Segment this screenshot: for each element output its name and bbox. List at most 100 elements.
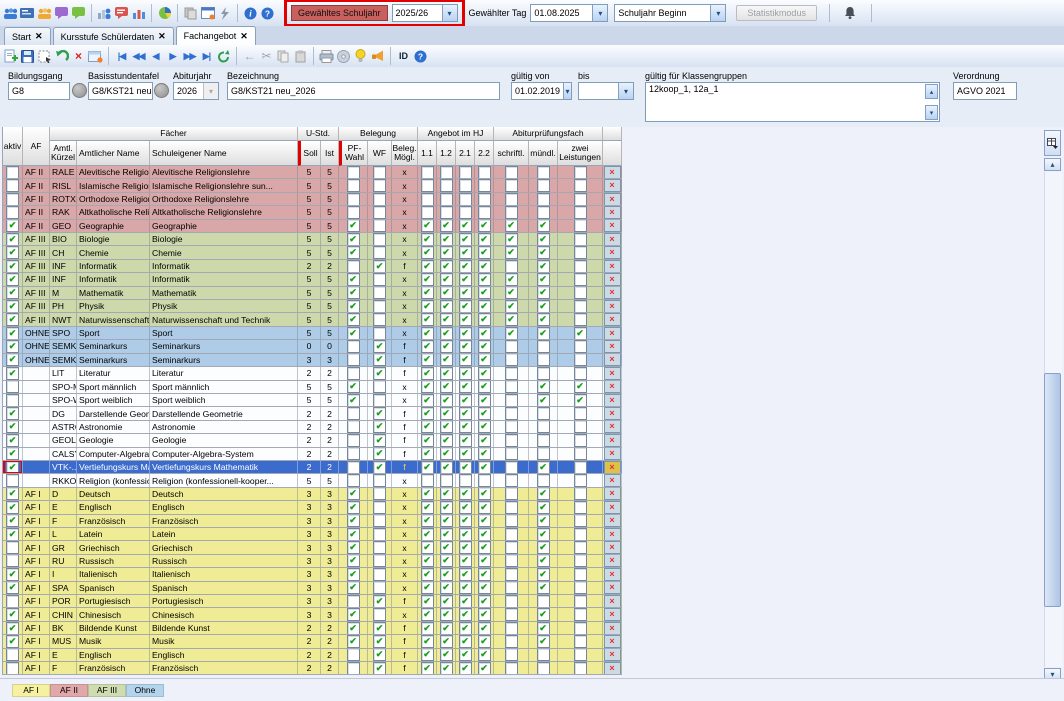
tab-fachangebot[interactable]: Fachangebot✕ [176,26,256,45]
info-icon[interactable]: i [242,5,259,22]
pf-wahl-checkbox[interactable] [347,662,360,674]
wf-checkbox[interactable] [373,313,386,325]
zwei-leistungen-checkbox[interactable] [574,421,587,433]
delete-row-button[interactable]: × [604,193,621,205]
muendl-checkbox[interactable] [537,179,550,191]
hj-1-2-checkbox[interactable]: ✔ [440,246,453,258]
wf-checkbox[interactable]: ✔ [373,260,386,272]
table-row-SPO-W[interactable]: SPO-WSport weiblichSport weiblich55✔x✔✔✔… [3,394,622,407]
schriftl-checkbox[interactable] [505,515,518,527]
gueltig-von-select[interactable]: 01.02.2019▾ [511,82,572,100]
table-row-SPA[interactable]: ✔AF ISPASpanischSpanisch33✔x✔✔✔✔✔× [3,582,622,595]
hj-2-1-checkbox[interactable]: ✔ [459,595,472,607]
wf-checkbox[interactable] [373,541,386,553]
pf-wahl-checkbox[interactable]: ✔ [347,501,360,513]
wf-checkbox[interactable]: ✔ [373,622,386,634]
wf-checkbox[interactable]: ✔ [373,448,386,460]
table-row-PH[interactable]: ✔AF IIIPHPhysikPhysik55✔x✔✔✔✔✔✔× [3,300,622,313]
new-record-icon[interactable] [2,48,19,65]
disc-icon[interactable] [335,48,352,65]
schriftl-checkbox[interactable] [505,568,518,580]
paste-icon[interactable] [292,48,309,65]
hj-1-1-checkbox[interactable]: ✔ [421,568,434,580]
hj-2-1-checkbox[interactable] [459,179,472,191]
zwei-leistungen-checkbox[interactable] [574,246,587,258]
hj-1-1-checkbox[interactable]: ✔ [421,354,434,366]
hj-1-2-checkbox[interactable]: ✔ [440,515,453,527]
table-row-RISL[interactable]: AF IIRISLIslamische Religionsl...Islamis… [3,179,622,192]
wf-checkbox[interactable]: ✔ [373,635,386,647]
table-row-F[interactable]: AF IFFranzösischFranzösisch22✔f✔✔✔✔× [3,662,622,675]
hj-2-2-checkbox[interactable]: ✔ [478,421,491,433]
hj-1-2-checkbox[interactable] [440,193,453,205]
wf-checkbox[interactable]: ✔ [373,340,386,352]
aktiv-checkbox[interactable]: ✔ [6,246,19,258]
aktiv-checkbox[interactable] [6,179,19,191]
muendl-checkbox[interactable] [537,649,550,661]
delete-row-button[interactable]: × [604,434,621,446]
pf-wahl-checkbox[interactable]: ✔ [347,273,360,285]
table-row-L[interactable]: ✔AF ILLateinLatein33✔x✔✔✔✔✔× [3,528,622,541]
schriftl-checkbox[interactable] [505,448,518,460]
scrollbar-up-button[interactable]: ▴ [1044,158,1061,171]
help-icon[interactable]: ? [259,5,276,22]
muendl-checkbox[interactable]: ✔ [537,501,550,513]
schriftl-checkbox[interactable]: ✔ [505,313,518,325]
hj-2-1-checkbox[interactable]: ✔ [459,354,472,366]
pf-wahl-checkbox[interactable]: ✔ [347,394,360,406]
pf-wahl-checkbox[interactable]: ✔ [347,300,360,312]
schriftl-checkbox[interactable]: ✔ [505,246,518,258]
hj-1-1-checkbox[interactable]: ✔ [421,501,434,513]
back-arrow-icon[interactable]: ← [241,48,258,65]
hj-2-2-checkbox[interactable]: ✔ [478,246,491,258]
help-icon[interactable]: ? [412,48,429,65]
table-row-POR[interactable]: AF IPORPortugiesischPortugiesisch33✔f✔✔✔… [3,595,622,608]
hj-1-2-checkbox[interactable]: ✔ [440,608,453,620]
pf-wahl-checkbox[interactable]: ✔ [347,622,360,634]
table-row-BIO[interactable]: ✔AF IIIBIOBiologieBiologie55✔x✔✔✔✔✔✔× [3,233,622,246]
hj-1-1-checkbox[interactable]: ✔ [421,394,434,406]
hj-2-1-checkbox[interactable]: ✔ [459,515,472,527]
hj-1-2-checkbox[interactable] [440,474,453,486]
hj-1-1-checkbox[interactable]: ✔ [421,220,434,232]
hj-1-2-checkbox[interactable]: ✔ [440,340,453,352]
table-row-M[interactable]: ✔AF IIIMMathematikMathematik55✔x✔✔✔✔✔✔× [3,287,622,300]
hj-2-1-checkbox[interactable]: ✔ [459,635,472,647]
table-row-VTK-...[interactable]: ✔VTK-...Vertiefungskurs Math...Vertiefun… [3,461,622,474]
table-row-LIT[interactable]: ✔LITLiteraturLiteratur22✔f✔✔✔✔× [3,367,622,380]
hj-1-1-checkbox[interactable] [421,474,434,486]
delete-icon[interactable]: × [70,48,87,65]
delete-row-button[interactable]: × [604,287,621,299]
schriftl-checkbox[interactable] [505,662,518,674]
zwei-leistungen-checkbox[interactable] [574,649,587,661]
muendl-checkbox[interactable] [537,448,550,460]
hj-1-2-checkbox[interactable]: ✔ [440,528,453,540]
hj-1-1-checkbox[interactable]: ✔ [421,461,434,473]
column-header-2-2[interactable]: 2.2 [475,141,494,166]
delete-row-button[interactable]: × [604,206,621,218]
hj-2-2-checkbox[interactable]: ✔ [478,434,491,446]
aktiv-checkbox[interactable] [6,649,19,661]
column-header-schuleigener-name[interactable]: Schuleigener Name [150,141,298,166]
muendl-checkbox[interactable]: ✔ [537,515,550,527]
wf-checkbox[interactable] [373,488,386,500]
zwei-leistungen-checkbox[interactable] [574,313,587,325]
schriftl-checkbox[interactable] [505,474,518,486]
wf-checkbox[interactable] [373,555,386,567]
hj-1-2-checkbox[interactable]: ✔ [440,649,453,661]
hj-2-1-checkbox[interactable]: ✔ [459,233,472,245]
hj-1-1-checkbox[interactable]: ✔ [421,246,434,258]
selected-day-dropdown-button[interactable]: ▾ [592,5,607,21]
table-row-INF[interactable]: ✔AF IIIINFInformatikInformatik22✔f✔✔✔✔✔× [3,260,622,273]
hj-1-1-checkbox[interactable]: ✔ [421,515,434,527]
hj-2-2-checkbox[interactable]: ✔ [478,394,491,406]
hj-2-1-checkbox[interactable]: ✔ [459,541,472,553]
scroll-up-icon[interactable]: ▴ [925,84,938,99]
pf-wahl-checkbox[interactable] [347,340,360,352]
hj-1-1-checkbox[interactable]: ✔ [421,582,434,594]
person-chart-icon[interactable] [96,5,113,22]
table-row-CHIN[interactable]: ✔AF ICHINChinesischChinesisch33✔x✔✔✔✔✔× [3,608,622,621]
hj-1-2-checkbox[interactable] [440,206,453,218]
table-row-ASTRO[interactable]: ✔ASTROAstronomieAstronomie22✔f✔✔✔✔× [3,421,622,434]
muendl-checkbox[interactable]: ✔ [537,394,550,406]
